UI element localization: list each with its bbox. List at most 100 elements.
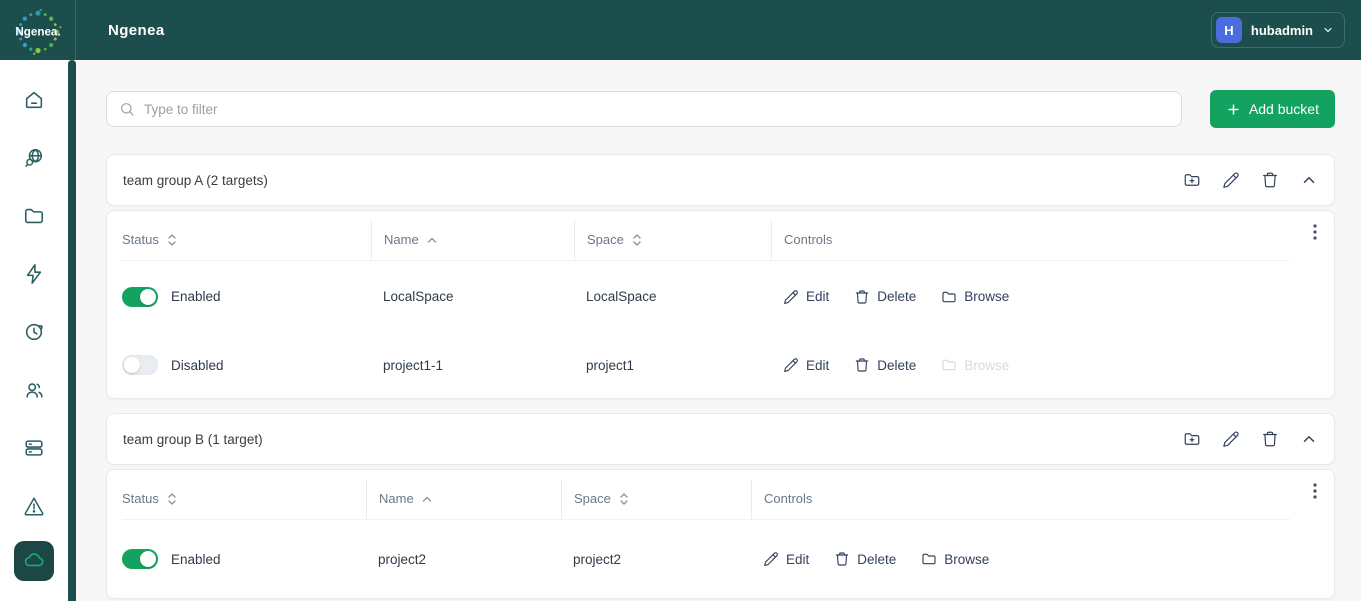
delete-button[interactable]: Delete <box>854 289 916 305</box>
group-b-header: team group B (1 target) <box>106 413 1335 465</box>
column-header-controls: Controls <box>751 479 1290 519</box>
name-cell: project2 <box>366 552 561 567</box>
username-label: hubadmin <box>1251 23 1313 38</box>
status-toggle[interactable] <box>122 355 158 375</box>
status-cell: Enabled <box>122 287 371 307</box>
sidebar-accent-strip <box>68 60 76 601</box>
edit-button[interactable]: Edit <box>783 289 829 305</box>
group-b-actions <box>1183 430 1318 448</box>
group-b-title: team group B (1 target) <box>123 432 263 447</box>
main-content: Add bucket team group A (2 targets) <box>76 60 1361 601</box>
space-cell: project1 <box>574 358 771 373</box>
cloud-icon <box>22 549 46 573</box>
group-b-table-header: Status Name Space Controls <box>122 478 1290 520</box>
delete-group-trash-icon[interactable] <box>1261 430 1279 448</box>
status-label: Enabled <box>171 552 221 567</box>
alerts-warning-icon[interactable] <box>23 495 45 517</box>
table-row: Enabled project2 project2 Edit Delete <box>122 520 1290 598</box>
sort-both-icon <box>619 492 629 506</box>
space-cell: project2 <box>561 552 751 567</box>
discover-globe-icon[interactable] <box>23 147 45 169</box>
group-b-table-card: Status Name Space Controls <box>106 469 1335 599</box>
cloud-service-button[interactable] <box>14 541 54 581</box>
controls-cell: Edit Delete Browse <box>771 357 1290 373</box>
table-row: Enabled LocalSpace LocalSpace Edit Del <box>122 261 1290 332</box>
add-target-folder-plus-icon[interactable] <box>1183 430 1201 448</box>
filter-field[interactable] <box>106 91 1182 127</box>
group-a-table-card: Status Name Space Controls <box>106 210 1335 399</box>
users-icon[interactable] <box>23 379 45 401</box>
ngenea-logo-icon: Ngenea. <box>10 2 66 58</box>
top-header: Ngenea. Ngenea H hubadmin <box>0 0 1361 60</box>
column-header-name[interactable]: Name <box>366 479 561 519</box>
edit-button[interactable]: Edit <box>763 551 809 567</box>
collapse-chevron-up-icon[interactable] <box>1300 430 1318 448</box>
delete-trash-icon <box>854 357 870 373</box>
table-options-kebab-icon[interactable] <box>1308 223 1322 241</box>
group-a-title: team group A (2 targets) <box>123 173 268 188</box>
status-toggle[interactable] <box>122 549 158 569</box>
status-toggle[interactable] <box>122 287 158 307</box>
sort-both-icon <box>632 233 642 247</box>
history-clock-icon[interactable] <box>23 321 45 343</box>
page-title: Ngenea <box>108 22 165 39</box>
delete-button[interactable]: Delete <box>854 357 916 373</box>
folder-icon[interactable] <box>23 205 45 227</box>
column-header-space[interactable]: Space <box>561 479 751 519</box>
toggle-knob <box>140 289 156 305</box>
filter-input[interactable] <box>144 102 1169 117</box>
search-icon <box>119 101 135 117</box>
browse-button[interactable]: Browse <box>921 551 989 567</box>
delete-group-trash-icon[interactable] <box>1261 171 1279 189</box>
bucket-group-b: team group B (1 target) Status <box>106 413 1335 599</box>
delete-trash-icon <box>834 551 850 567</box>
column-header-space[interactable]: Space <box>574 220 771 260</box>
controls-cell: Edit Delete Browse <box>771 289 1290 305</box>
edit-button[interactable]: Edit <box>783 357 829 373</box>
status-label: Enabled <box>171 289 221 304</box>
sort-asc-icon <box>422 495 432 503</box>
group-a-actions <box>1183 171 1318 189</box>
logo-wordmark: Ngenea. <box>15 26 60 39</box>
activity-zap-icon[interactable] <box>23 263 45 285</box>
bucket-group-a: team group A (2 targets) Statu <box>106 154 1335 399</box>
ngenea-logo: Ngenea. <box>0 0 76 60</box>
edit-pencil-icon <box>783 357 799 373</box>
delete-trash-icon <box>854 289 870 305</box>
add-bucket-label: Add bucket <box>1249 101 1319 117</box>
collapse-chevron-up-icon[interactable] <box>1300 171 1318 189</box>
table-options-kebab-icon[interactable] <box>1308 482 1322 500</box>
browse-folder-icon <box>921 551 937 567</box>
plus-icon <box>1226 102 1241 117</box>
column-header-name[interactable]: Name <box>371 220 574 260</box>
edit-group-pencil-icon[interactable] <box>1222 171 1240 189</box>
column-header-status[interactable]: Status <box>122 220 371 260</box>
browse-button[interactable]: Browse <box>941 289 1009 305</box>
group-a-table-header: Status Name Space Controls <box>122 219 1290 261</box>
browse-folder-icon <box>941 357 957 373</box>
browse-folder-icon <box>941 289 957 305</box>
sort-both-icon <box>167 492 177 506</box>
edit-group-pencil-icon[interactable] <box>1222 430 1240 448</box>
column-header-status[interactable]: Status <box>122 479 366 519</box>
group-a-header: team group A (2 targets) <box>106 154 1335 206</box>
servers-icon[interactable] <box>23 437 45 459</box>
table-row: Disabled project1-1 project1 Edit Dele <box>122 332 1290 398</box>
toggle-knob <box>124 357 140 373</box>
controls-cell: Edit Delete Browse <box>751 551 1290 567</box>
user-avatar: H <box>1216 17 1242 43</box>
name-cell: LocalSpace <box>371 289 574 304</box>
toolbar: Add bucket <box>106 90 1335 128</box>
user-menu[interactable]: H hubadmin <box>1211 12 1345 48</box>
add-bucket-button[interactable]: Add bucket <box>1210 90 1335 128</box>
browse-button-disabled: Browse <box>941 357 1009 373</box>
status-label: Disabled <box>171 358 224 373</box>
home-icon[interactable] <box>23 89 45 111</box>
sort-asc-icon <box>427 236 437 244</box>
name-cell: project1-1 <box>371 358 574 373</box>
sidebar-nav <box>0 60 68 601</box>
add-target-folder-plus-icon[interactable] <box>1183 171 1201 189</box>
edit-pencil-icon <box>783 289 799 305</box>
sort-both-icon <box>167 233 177 247</box>
delete-button[interactable]: Delete <box>834 551 896 567</box>
